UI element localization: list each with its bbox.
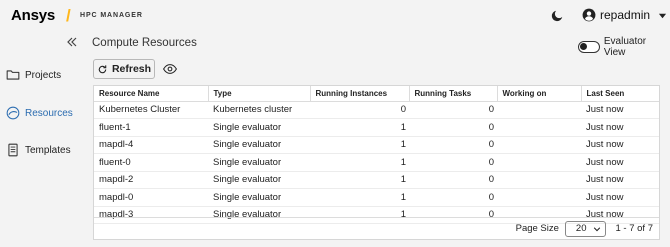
sidebar-item-label: Projects bbox=[25, 69, 62, 81]
sidebar-item-label: Resources bbox=[25, 107, 73, 119]
account-circle-icon bbox=[582, 8, 596, 22]
cell-running-instances: 1 bbox=[310, 118, 409, 137]
cell-working-on bbox=[497, 136, 581, 154]
sidebar-item-templates[interactable]: Templates bbox=[6, 143, 71, 157]
cell-running-instances: 1 bbox=[310, 153, 409, 172]
page-size-select[interactable]: 20 bbox=[564, 220, 606, 237]
cell-running-tasks: 0 bbox=[409, 188, 497, 207]
table-row[interactable]: mapdl-2 Single evaluator 1 0 Just now bbox=[94, 171, 659, 189]
cell-working-on bbox=[497, 153, 581, 172]
cell-resource-name: fluent-0 bbox=[94, 153, 208, 172]
cell-resource-name: fluent-1 bbox=[94, 118, 208, 137]
eye-icon[interactable] bbox=[163, 63, 177, 75]
cell-running-instances: 1 bbox=[310, 171, 409, 189]
column-header-running-instances[interactable]: Running Instances bbox=[310, 86, 410, 102]
page-size-label: Page Size bbox=[515, 223, 559, 234]
username: repadmin bbox=[600, 8, 651, 22]
cell-working-on bbox=[497, 101, 581, 119]
sidebar-item-label: Templates bbox=[25, 144, 71, 156]
table-row[interactable]: fluent-0 Single evaluator 1 0 Just now bbox=[94, 153, 659, 172]
table-row[interactable]: Kubernetes Cluster Kubernetes cluster 0 … bbox=[94, 101, 659, 119]
column-header-resource-name[interactable]: Resource Name bbox=[94, 86, 209, 102]
user-menu[interactable]: repadmin bbox=[582, 8, 667, 22]
cell-running-tasks: 0 bbox=[409, 136, 497, 154]
refresh-icon bbox=[98, 64, 107, 73]
logo-slash: / bbox=[66, 6, 71, 25]
evaluator-view-toggle[interactable]: Evaluator View bbox=[578, 36, 670, 58]
sidebar-item-resources[interactable]: Resources bbox=[6, 106, 73, 120]
cell-last-seen: Just now bbox=[581, 153, 659, 172]
moon-icon[interactable] bbox=[550, 9, 564, 23]
evaluator-view-label: Evaluator View bbox=[603, 36, 647, 58]
cell-running-instances: 1 bbox=[310, 188, 409, 207]
cell-running-instances: 0 bbox=[310, 101, 409, 119]
refresh-button[interactable]: Refresh bbox=[93, 59, 155, 79]
chevron-down-icon bbox=[593, 226, 600, 231]
pagination-bar: Page Size 20 1 - 7 of 7 bbox=[94, 217, 659, 239]
cell-running-tasks: 0 bbox=[409, 118, 497, 137]
cell-running-tasks: 0 bbox=[409, 171, 497, 189]
cell-running-tasks: 0 bbox=[409, 101, 497, 119]
table-row[interactable]: mapdl-4 Single evaluator 1 0 Just now bbox=[94, 136, 659, 154]
cell-working-on bbox=[497, 118, 581, 137]
cell-running-instances: 1 bbox=[310, 136, 409, 154]
page-range: 1 - 7 of 7 bbox=[615, 223, 654, 234]
chevron-down-icon bbox=[658, 13, 667, 18]
resources-table: Resource Name Type Running Instances Run… bbox=[93, 85, 660, 240]
top-bar: Ansys / HPC MANAGER repadmin bbox=[0, 0, 670, 32]
page-title: Compute Resources bbox=[92, 37, 197, 49]
cell-last-seen: Just now bbox=[581, 118, 659, 137]
folder-icon bbox=[6, 70, 20, 80]
cell-type: Single evaluator bbox=[208, 188, 310, 207]
cell-type: Single evaluator bbox=[208, 153, 310, 172]
collapse-sidebar-icon[interactable] bbox=[66, 36, 78, 48]
column-header-working-on[interactable]: Working on bbox=[497, 86, 582, 102]
cell-running-tasks: 0 bbox=[409, 153, 497, 172]
cell-resource-name: mapdl-4 bbox=[94, 136, 208, 154]
cell-last-seen: Just now bbox=[581, 188, 659, 207]
document-icon bbox=[8, 143, 18, 157]
gauge-icon bbox=[6, 106, 20, 120]
cell-working-on bbox=[497, 171, 581, 189]
cell-resource-name: mapdl-2 bbox=[94, 171, 208, 189]
table-header-row: Resource Name Type Running Instances Run… bbox=[94, 86, 659, 102]
column-header-type[interactable]: Type bbox=[208, 86, 311, 102]
page-size-value: 20 bbox=[575, 223, 587, 234]
table-row[interactable]: mapdl-0 Single evaluator 1 0 Just now bbox=[94, 188, 659, 207]
cell-resource-name: mapdl-0 bbox=[94, 188, 208, 207]
refresh-label: Refresh bbox=[111, 63, 152, 75]
evaluator-view-switch[interactable] bbox=[578, 41, 600, 53]
ansys-logo[interactable]: Ansys bbox=[11, 7, 55, 24]
cell-last-seen: Just now bbox=[581, 136, 659, 154]
sidebar-item-projects[interactable]: Projects bbox=[6, 68, 61, 82]
column-header-running-tasks[interactable]: Running Tasks bbox=[409, 86, 498, 102]
cell-last-seen: Just now bbox=[581, 171, 659, 189]
column-header-last-seen[interactable]: Last Seen bbox=[581, 86, 659, 102]
cell-type: Kubernetes cluster bbox=[208, 101, 310, 119]
cell-type: Single evaluator bbox=[208, 171, 310, 189]
cell-resource-name: Kubernetes Cluster bbox=[94, 101, 208, 119]
cell-working-on bbox=[497, 188, 581, 207]
table-row[interactable]: fluent-1 Single evaluator 1 0 Just now bbox=[94, 118, 659, 137]
app-name: HPC MANAGER bbox=[80, 12, 143, 19]
cell-last-seen: Just now bbox=[581, 101, 659, 119]
cell-type: Single evaluator bbox=[208, 118, 310, 137]
cell-type: Single evaluator bbox=[208, 136, 310, 154]
